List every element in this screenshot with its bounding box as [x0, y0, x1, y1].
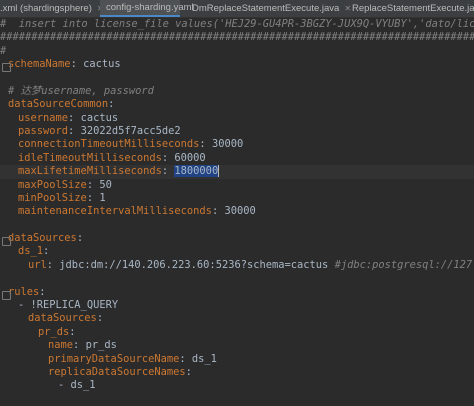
code-line: schemaName: cactus — [0, 58, 121, 73]
code-line: minPoolSize: 1 — [18, 191, 106, 204]
code-line: ds_1: — [18, 245, 50, 258]
yaml-value: 1 — [99, 191, 106, 204]
selected-value[interactable]: 1800000 — [174, 165, 219, 178]
yaml-value: cactus — [83, 58, 121, 71]
code-line: primaryDataSourceName: ds_1 — [48, 352, 217, 365]
yaml-value: - ds_1 — [58, 379, 96, 392]
yaml-key: idleTimeoutMilliseconds — [18, 151, 162, 164]
yaml-key: dataSources — [8, 232, 77, 245]
yaml-key: maintenanceIntervalMilliseconds — [18, 205, 212, 218]
yaml-key: primaryDataSourceName — [48, 352, 180, 365]
yaml-value: cactus — [80, 111, 119, 124]
yaml-value: pr_ds — [85, 339, 117, 352]
yaml-key: rules — [8, 285, 40, 298]
comment-text: #jdbc:postgresql://127.0.0.1:33060/pkmc? — [334, 258, 474, 271]
tab-label: DmReplaceStatementExecute.java — [192, 3, 340, 14]
yaml-key: dataSources — [28, 312, 97, 325]
code-line: - ds_1 — [0, 379, 96, 392]
code-line: dataSourceCommon: — [8, 98, 115, 111]
tab-dmreplacestatementexecute[interactable]: DmReplaceStatementExecute.java ✕ — [186, 0, 351, 17]
comment-text: ########################################… — [0, 31, 474, 44]
yaml-key: minPoolSize — [18, 191, 87, 204]
code-line: username: cactus — [18, 111, 119, 124]
yaml-key: url — [28, 258, 47, 271]
yaml-key: dataSourceCommon — [8, 98, 109, 111]
yaml-key: schemaName — [8, 58, 71, 71]
yaml-value: ds_1 — [191, 352, 217, 365]
code-editor[interactable]: # insert into license_file values('HEJ29… — [0, 18, 474, 406]
tab-config-sharding-yaml[interactable]: config-sharding.yaml — [100, 0, 194, 17]
comment-text: # — [0, 44, 7, 57]
comment-text: # insert into license_file values('HEJ29… — [0, 18, 474, 30]
yaml-value: 30000 — [211, 138, 244, 151]
yaml-key: ds_1 — [18, 245, 44, 258]
yaml-key: username — [18, 111, 69, 124]
tab-label: .xml (shardingsphere) — [0, 3, 92, 14]
yaml-key: maxLifetimeMilliseconds — [18, 165, 162, 178]
tab-replacestatementexecute[interactable]: ReplaceStatementExecute.java ✕ — [346, 0, 474, 17]
code-line: dataSources: — [0, 232, 83, 247]
code-line: name: pr_ds — [48, 339, 117, 352]
yaml-value: 30000 — [224, 205, 256, 218]
yaml-key: replicaDataSourceNames — [48, 365, 186, 378]
code-line: # 达梦username, password — [0, 85, 154, 98]
code-line: connectionTimeoutMilliseconds: 30000 — [18, 138, 244, 151]
code-line-current: maxLifetimeMilliseconds: 1800000 — [0, 165, 474, 179]
code-line: maxPoolSize: 50 — [18, 178, 112, 191]
yaml-key: name — [48, 339, 74, 352]
code-line: pr_ds: — [38, 325, 76, 338]
yaml-key: pr_ds — [38, 325, 70, 338]
yaml-value: - !REPLICA_QUERY — [18, 299, 119, 311]
fold-icon[interactable] — [2, 63, 11, 73]
code-line: rules: — [0, 285, 46, 300]
yaml-key: connectionTimeoutMilliseconds — [18, 138, 200, 151]
comment-text: # 达梦username, password — [8, 84, 154, 97]
editor-tab-bar: .xml (shardingsphere) ✕ config-sharding.… — [0, 0, 474, 18]
code-line: # insert into license_file values('HEJ29… — [0, 18, 474, 31]
code-line: idleTimeoutMilliseconds: 60000 — [18, 151, 206, 164]
yaml-key: maxPoolSize — [18, 178, 87, 191]
yaml-value: 60000 — [174, 151, 206, 164]
code-line: maintenanceIntervalMilliseconds: 30000 — [18, 205, 256, 218]
code-line: password: 32022d5f7acc5de2 — [18, 125, 181, 137]
code-line: replicaDataSourceNames: — [48, 365, 192, 378]
tab-label: config-sharding.yaml — [106, 2, 194, 13]
yaml-value: 32022d5f7acc5de2 — [80, 125, 181, 137]
yaml-key: password — [18, 125, 69, 137]
text-caret — [218, 165, 220, 178]
code-line: # — [0, 45, 6, 58]
yaml-value: jdbc:dm://140.206.223.60:5236?schema=cac… — [59, 258, 329, 271]
tab-xml-shardingsphere[interactable]: .xml (shardingsphere) ✕ — [0, 0, 104, 17]
code-line: - !REPLICA_QUERY — [0, 299, 118, 312]
yaml-value: 50 — [99, 178, 112, 191]
code-line: dataSources: — [28, 312, 104, 325]
tab-label: ReplaceStatementExecute.java — [352, 3, 474, 14]
code-line: url: jdbc:dm://140.206.223.60:5236?schem… — [0, 259, 474, 272]
code-line: ########################################… — [0, 31, 474, 44]
